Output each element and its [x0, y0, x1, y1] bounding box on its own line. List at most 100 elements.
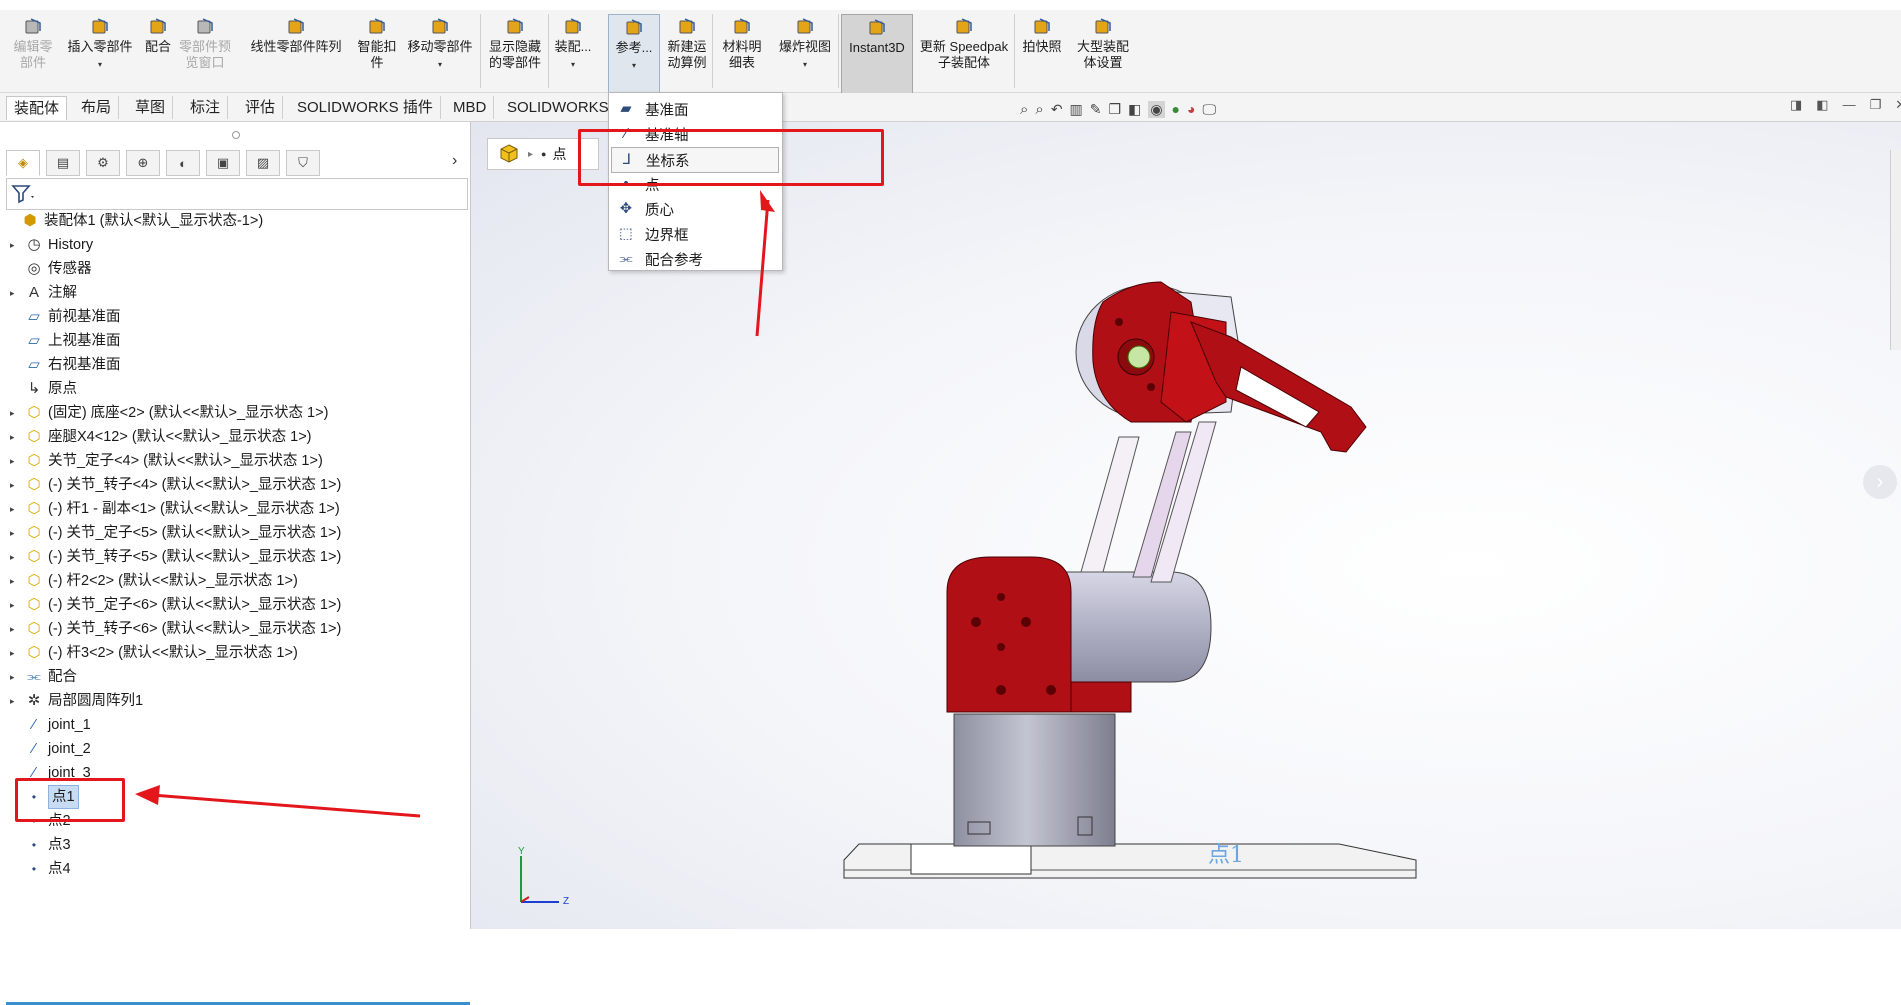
dropdown-caret-icon[interactable]: ▾ [632, 58, 636, 74]
close-icon[interactable]: ✕ [1895, 97, 1901, 113]
previous-view-icon[interactable]: ↶ [1051, 101, 1063, 118]
command-tab-6[interactable]: MBD [446, 96, 495, 119]
scene-icon[interactable]: ◕ [1187, 101, 1195, 117]
tree-item-8[interactable]: ▸ ⬡ (固定) 底座<2> (默认<<默认>_显示状态 1>) [10, 402, 328, 424]
tree-item-27[interactable]: • 点4 [10, 858, 71, 880]
tree-item-11[interactable]: ▸ ⬡ (-) 关节_转子<4> (默认<<默认>_显示状态 1>) [10, 474, 341, 496]
tree-item-12[interactable]: ▸ ⬡ (-) 杆1 - 副本<1> (默认<<默认>_显示状态 1>) [10, 498, 340, 520]
view-orientation-icon[interactable]: ❒ [1109, 101, 1122, 118]
expand-arrow-icon[interactable]: ▸ [10, 594, 24, 616]
dropdown-caret-icon[interactable]: ▾ [803, 57, 807, 73]
tree-item-17[interactable]: ▸ ⬡ (-) 关节_转子<6> (默认<<默认>_显示状态 1>) [10, 618, 341, 640]
tree-item-3[interactable]: ▸ A 注解 [10, 282, 77, 304]
command-tab-2[interactable]: 草图 [128, 96, 174, 119]
tree-filter-bar[interactable] [6, 178, 468, 210]
feature-manager-icon[interactable]: ◈ [6, 150, 40, 176]
tree-item-16[interactable]: ▸ ⬡ (-) 关节_定子<6> (默认<<默认>_显示状态 1>) [10, 594, 341, 616]
ribbon-button-snapshot[interactable]: 拍快照 [1018, 14, 1066, 92]
ribbon-button-edit-part[interactable]: 编辑零 部件 [6, 14, 60, 92]
expand-arrow-icon[interactable]: ▸ [10, 570, 24, 592]
tree-item-7[interactable]: ↳ 原点 [10, 378, 77, 400]
property-manager-icon[interactable]: ▤ [46, 150, 80, 176]
expand-panel-icon[interactable]: ◧ [1816, 97, 1828, 113]
expand-arrow-icon[interactable]: ▸ [10, 666, 24, 688]
expand-arrow-icon[interactable]: ▸ [10, 618, 24, 640]
expand-arrow-icon[interactable]: ▸ [10, 282, 24, 304]
menu-item-center-of-mass[interactable]: ✥ 质心 [611, 197, 779, 221]
ribbon-button-mate[interactable]: 配合 [140, 14, 176, 92]
minimize-icon[interactable]: — [1843, 97, 1856, 113]
expand-arrow-icon[interactable]: ▸ [10, 234, 24, 256]
ribbon-button-motion-study[interactable]: 新建运 动算例 [662, 14, 712, 92]
zoom-area-icon[interactable]: ⌕ [1035, 101, 1043, 118]
expand-arrow-icon[interactable]: ▸ [10, 450, 24, 472]
ribbon-button-large-assembly[interactable]: 大型装配 体设置 [1070, 14, 1136, 92]
more-tabs-icon[interactable]: › [452, 152, 457, 170]
edit-appearance-icon[interactable]: ● [1172, 101, 1180, 117]
expand-arrow-icon[interactable]: ▸ [10, 546, 24, 568]
tree-item-20[interactable]: ▸ ✲ 局部圆周阵列1 [10, 690, 143, 712]
render-icon[interactable]: ▨ [246, 150, 280, 176]
ribbon-button-linear-pattern[interactable]: 线性零部件阵列 [244, 14, 348, 92]
zoom-to-fit-icon[interactable]: ⌕ [1020, 101, 1028, 118]
menu-item-axis[interactable]: ⁄ 基准轴 [611, 122, 779, 146]
expand-arrow-icon[interactable]: ▸ [10, 474, 24, 496]
command-tab-5[interactable]: SOLIDWORKS 插件 [290, 96, 441, 119]
custom-icon[interactable]: ⛉ [286, 150, 320, 176]
command-tab-0[interactable]: 装配体 [6, 96, 68, 120]
tree-item-26[interactable]: • 点3 [10, 834, 71, 856]
tree-item-15[interactable]: ▸ ⬡ (-) 杆2<2> (默认<<默认>_显示状态 1>) [10, 570, 298, 592]
tree-item-22[interactable]: ⁄ joint_2 [10, 738, 91, 760]
display-style-icon[interactable]: ◧ [1128, 101, 1141, 118]
expand-arrow-icon[interactable]: ▸ [10, 426, 24, 448]
ribbon-button-assembly-feature[interactable]: 装配... ▾ [551, 14, 595, 92]
dropdown-caret-icon[interactable]: ▾ [98, 57, 102, 73]
ribbon-button-smart-fastener[interactable]: 智能扣 件 [352, 14, 402, 92]
tree-item-18[interactable]: ▸ ⬡ (-) 杆3<2> (默认<<默认>_显示状态 1>) [10, 642, 298, 664]
tree-item-25[interactable]: • 点2 [10, 810, 71, 832]
section-view-icon[interactable]: ▥ [1070, 101, 1083, 118]
ribbon-button-show-hidden[interactable]: 显示隐藏 的零部件 [484, 14, 546, 92]
tree-item-23[interactable]: ⁄ joint_3 [10, 762, 91, 784]
ribbon-button-instant3d[interactable]: Instant3D [841, 14, 913, 94]
tree-item-19[interactable]: ▸ ⫘ 配合 [10, 666, 77, 688]
expand-arrow-icon[interactable]: ▸ [10, 642, 24, 664]
tree-item-6[interactable]: ▱ 右视基准面 [10, 354, 120, 376]
tree-item-14[interactable]: ▸ ⬡ (-) 关节_转子<5> (默认<<默认>_显示状态 1>) [10, 546, 341, 568]
ribbon-button-bom[interactable]: 材料明 细表 [716, 14, 768, 92]
display-settings-icon[interactable]: 🖵 [1202, 101, 1216, 118]
tree-item-4[interactable]: ▱ 前视基准面 [10, 306, 120, 328]
expand-arrow-icon[interactable]: ▸ [10, 402, 24, 424]
menu-item-coordinate-system[interactable]: ⅃ 坐标系 [611, 147, 779, 173]
menu-item-mate-reference[interactable]: ⫘ 配合参考 [611, 247, 779, 271]
command-tab-1[interactable]: 布局 [74, 96, 120, 119]
dimxpert-icon[interactable]: ⊕ [126, 150, 160, 176]
dynamic-annotation-icon[interactable]: ✎ [1090, 101, 1102, 118]
command-tab-7[interactable]: SOLIDWORKS [500, 96, 617, 119]
dropdown-caret-icon[interactable]: ▾ [571, 57, 575, 73]
configuration-manager-icon[interactable]: ⚙ [86, 150, 120, 176]
panel-collapse-handle[interactable] [232, 131, 240, 139]
maximize-icon[interactable]: ❐ [1870, 97, 1882, 113]
filter-icon[interactable] [11, 183, 37, 205]
next-arrow-button[interactable]: › [1863, 465, 1897, 499]
restore-panel-icon[interactable]: ◨ [1790, 97, 1802, 113]
tree-item-9[interactable]: ▸ ⬡ 座腿X4<12> (默认<<默认>_显示状态 1>) [10, 426, 312, 448]
menu-item-bounding-box[interactable]: ⬚ 边界框 [611, 222, 779, 246]
display-manager-icon[interactable]: ◐ [166, 150, 200, 176]
cam-icon[interactable]: ▣ [206, 150, 240, 176]
command-tab-4[interactable]: 评估 [238, 96, 284, 119]
hide-show-icon[interactable]: ◉ [1148, 100, 1165, 118]
menu-item-plane[interactable]: ▰ 基准面 [611, 97, 779, 121]
tree-item-13[interactable]: ▸ ⬡ (-) 关节_定子<5> (默认<<默认>_显示状态 1>) [10, 522, 341, 544]
expand-arrow-icon[interactable]: ▸ [10, 522, 24, 544]
ribbon-button-preview-window[interactable]: 零部件预 览窗口 [176, 14, 234, 92]
ribbon-button-insert-component[interactable]: 插入零部件 ▾ [62, 14, 138, 92]
menu-item-point[interactable]: • 点 [611, 172, 779, 196]
command-tab-3[interactable]: 标注 [183, 96, 229, 119]
tree-item-10[interactable]: ▸ ⬡ 关节_定子<4> (默认<<默认>_显示状态 1>) [10, 450, 323, 472]
dropdown-caret-icon[interactable]: ▾ [438, 57, 442, 73]
ribbon-button-exploded-view[interactable]: 爆炸视图 ▾ [772, 14, 838, 92]
tree-item-2[interactable]: ◎ 传感器 [10, 258, 91, 280]
tree-item-0[interactable]: ⬢ 装配体1 (默认<默认_显示状态-1>) [6, 210, 263, 232]
